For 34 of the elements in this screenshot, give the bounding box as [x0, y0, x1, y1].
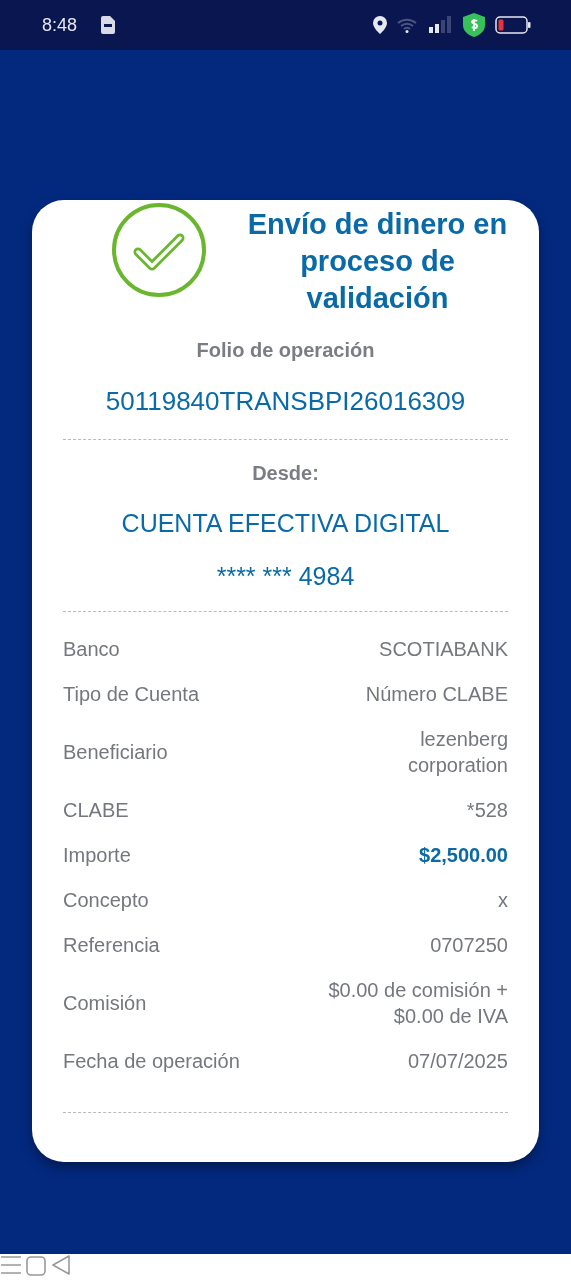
detail-value: *528: [466, 798, 508, 823]
shield-dollar-icon: [463, 13, 485, 37]
source-label: Desde:: [252, 462, 319, 485]
home-icon[interactable]: [26, 1256, 47, 1276]
detail-label: Tipo de Cuenta: [63, 682, 199, 706]
detail-value: x: [498, 888, 508, 913]
account-number: **** *** 4984: [216, 562, 355, 591]
status-time: 8:48: [42, 14, 78, 36]
detail-value: $2,500.00: [419, 843, 508, 868]
wifi-icon: [397, 17, 419, 33]
detail-value: SCOTIABANK: [379, 637, 508, 662]
pdf-file-icon: [101, 16, 116, 34]
detail-label: Concepto: [63, 888, 149, 912]
signal-icon: [429, 16, 453, 34]
menu-icon[interactable]: [0, 1254, 22, 1276]
detail-label: Referencia: [63, 933, 160, 957]
status-title: Envío de dinero en proceso de validación: [246, 207, 508, 316]
folio-label: Folio de operación: [196, 339, 375, 362]
battery-icon: [495, 16, 531, 34]
account-name: CUENTA EFECTIVA DIGITAL: [121, 509, 450, 538]
detail-label: Importe: [63, 843, 131, 867]
detail-value: $0.00 de comisión + $0.00 de IVA: [328, 978, 508, 1029]
detail-label: Beneficiario: [63, 740, 168, 764]
detail-label: Comisión: [63, 991, 147, 1015]
folio-number: 50119840TRANSBPI26016309: [105, 386, 466, 417]
location-icon: [373, 16, 387, 34]
detail-value: Número CLABE: [365, 682, 508, 707]
back-icon[interactable]: [50, 1254, 71, 1276]
detail-label: Banco: [63, 637, 120, 661]
detail-value: lezenberg corporation: [407, 727, 508, 778]
detail-label: CLABE: [63, 798, 129, 822]
detail-label: Fecha de operación: [63, 1049, 240, 1073]
detail-value: 0707250: [430, 933, 508, 958]
detail-value: 07/07/2025: [407, 1049, 508, 1074]
